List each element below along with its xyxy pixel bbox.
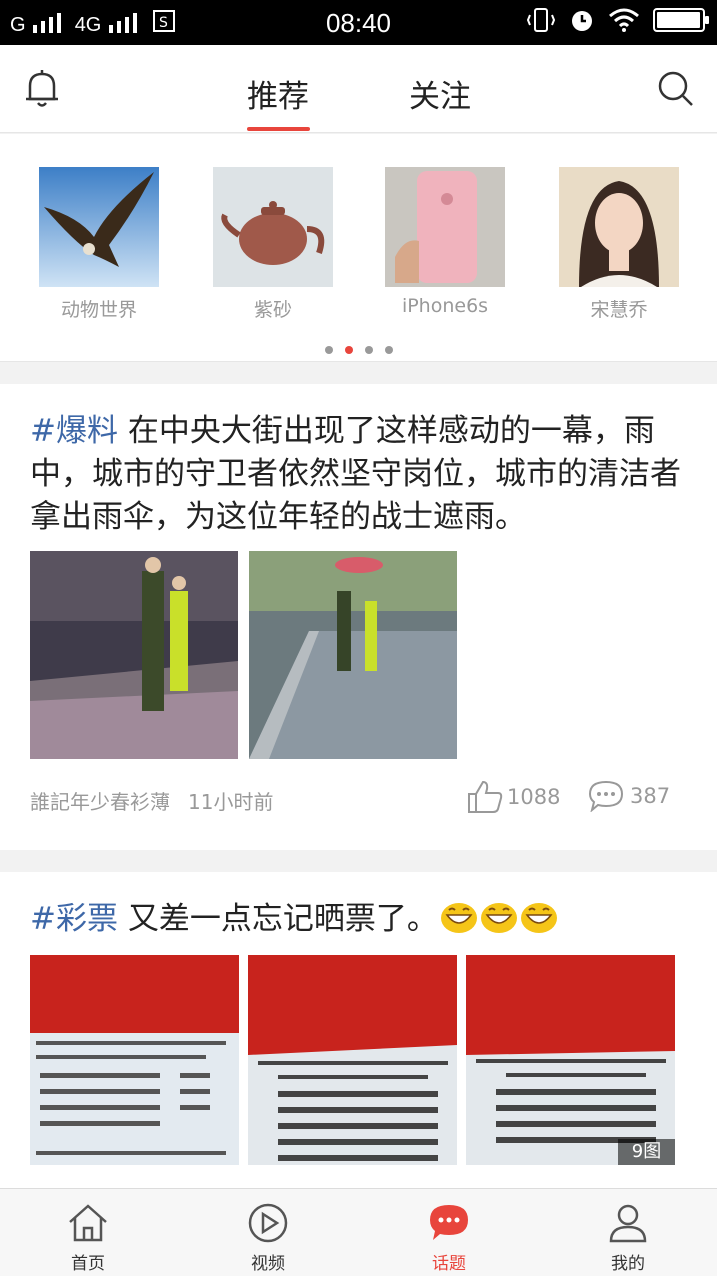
bell-icon[interactable] [24, 69, 60, 109]
alarm-icon [572, 11, 592, 31]
like-button[interactable]: 1088 [467, 780, 560, 814]
user-icon [609, 1204, 647, 1243]
page-dot [384, 346, 393, 354]
active-tab-indicator [247, 127, 310, 131]
teapot-thumbnail [213, 167, 333, 287]
post-body: 在中央大街出现了这样感动的一幕，雨中，城市的守卫者依然坚守岗位，城市的清洁者拿出… [30, 413, 681, 535]
nav-label: 话题 [432, 1254, 466, 1274]
topic-item[interactable]: 紫砂 [208, 167, 338, 322]
post-text: #爆料 在中央大街出现了这样感动的一幕，雨中，城市的守卫者依然坚守岗位，城市的清… [30, 410, 687, 539]
topic-item[interactable]: 宋慧乔 [554, 167, 684, 322]
lottery-ticket-image[interactable] [30, 955, 239, 1165]
comment-button[interactable]: 387 [588, 780, 670, 812]
grinning-face-icon [440, 903, 477, 933]
post-hashtag[interactable]: #彩票 [30, 901, 118, 937]
topic-carousel: 动物世界 紫砂 iPhone6s 宋慧乔 [0, 134, 717, 362]
home-icon [69, 1204, 107, 1242]
page-dot [364, 346, 373, 354]
post-image[interactable] [30, 551, 238, 759]
topic-label: 紫砂 [253, 299, 292, 321]
nav-profile[interactable]: 我的 [578, 1203, 678, 1274]
video-play-icon [248, 1203, 288, 1243]
eagle-thumbnail [39, 167, 159, 287]
carousel-pagination [0, 339, 717, 358]
post-body: 又差一点忘记晒票了。 [117, 901, 438, 937]
like-count: 1088 [507, 785, 561, 809]
comment-bubble-icon [588, 780, 624, 812]
battery-icon [653, 8, 709, 32]
post-author[interactable]: 誰記年少春衫薄 [30, 790, 170, 814]
post-text: #彩票 又差一点忘记晒票了。 [30, 898, 687, 941]
top-navigation: 推荐 关注 [0, 45, 717, 133]
thumbs-up-icon [468, 780, 503, 813]
post-hashtag[interactable]: #爆料 [30, 413, 118, 449]
page-dot-active [344, 346, 353, 354]
nav-topics[interactable]: 话题 [399, 1203, 499, 1274]
portrait-thumbnail [559, 167, 679, 287]
lottery-ticket-image[interactable] [466, 955, 675, 1165]
post-card[interactable]: #爆料 在中央大街出现了这样感动的一幕，雨中，城市的守卫者依然坚守岗位，城市的清… [0, 384, 717, 850]
tab-following[interactable]: 关注 [409, 71, 471, 116]
topic-label: 动物世界 [60, 299, 137, 321]
grinning-face-icon [520, 903, 557, 933]
lottery-ticket-image[interactable] [248, 955, 457, 1165]
nav-video[interactable]: 视频 [218, 1203, 318, 1274]
comment-count: 387 [630, 784, 671, 808]
search-icon[interactable] [657, 70, 695, 108]
vibrate-icon [527, 8, 555, 32]
topic-label: 宋慧乔 [590, 299, 648, 321]
post-meta: 誰記年少春衫薄 11小时前 [30, 786, 273, 815]
phone-thumbnail [385, 167, 505, 287]
topic-chat-icon [430, 1205, 468, 1240]
post-card[interactable]: #彩票 又差一点忘记晒票了。 9图 [0, 872, 717, 1192]
nav-label: 我的 [611, 1254, 645, 1274]
wifi-icon [609, 8, 639, 32]
topic-item[interactable]: 动物世界 [34, 167, 164, 322]
post-time: 11小时前 [188, 790, 274, 814]
nav-home[interactable]: 首页 [38, 1203, 138, 1274]
image-count-badge: 9图 [618, 1139, 675, 1165]
tab-recommend[interactable]: 推荐 [247, 71, 309, 116]
bottom-navigation: 首页 视频 话题 我的 [0, 1188, 717, 1276]
nav-label: 首页 [71, 1254, 105, 1274]
page-dot [324, 346, 333, 354]
topic-item[interactable]: iPhone6s [380, 167, 510, 317]
nav-label: 视频 [251, 1254, 285, 1274]
topic-label: iPhone6s [401, 295, 489, 317]
status-bar: G 4G S 08:40 [0, 0, 717, 45]
grinning-face-icon [480, 903, 517, 933]
post-image[interactable] [249, 551, 457, 759]
